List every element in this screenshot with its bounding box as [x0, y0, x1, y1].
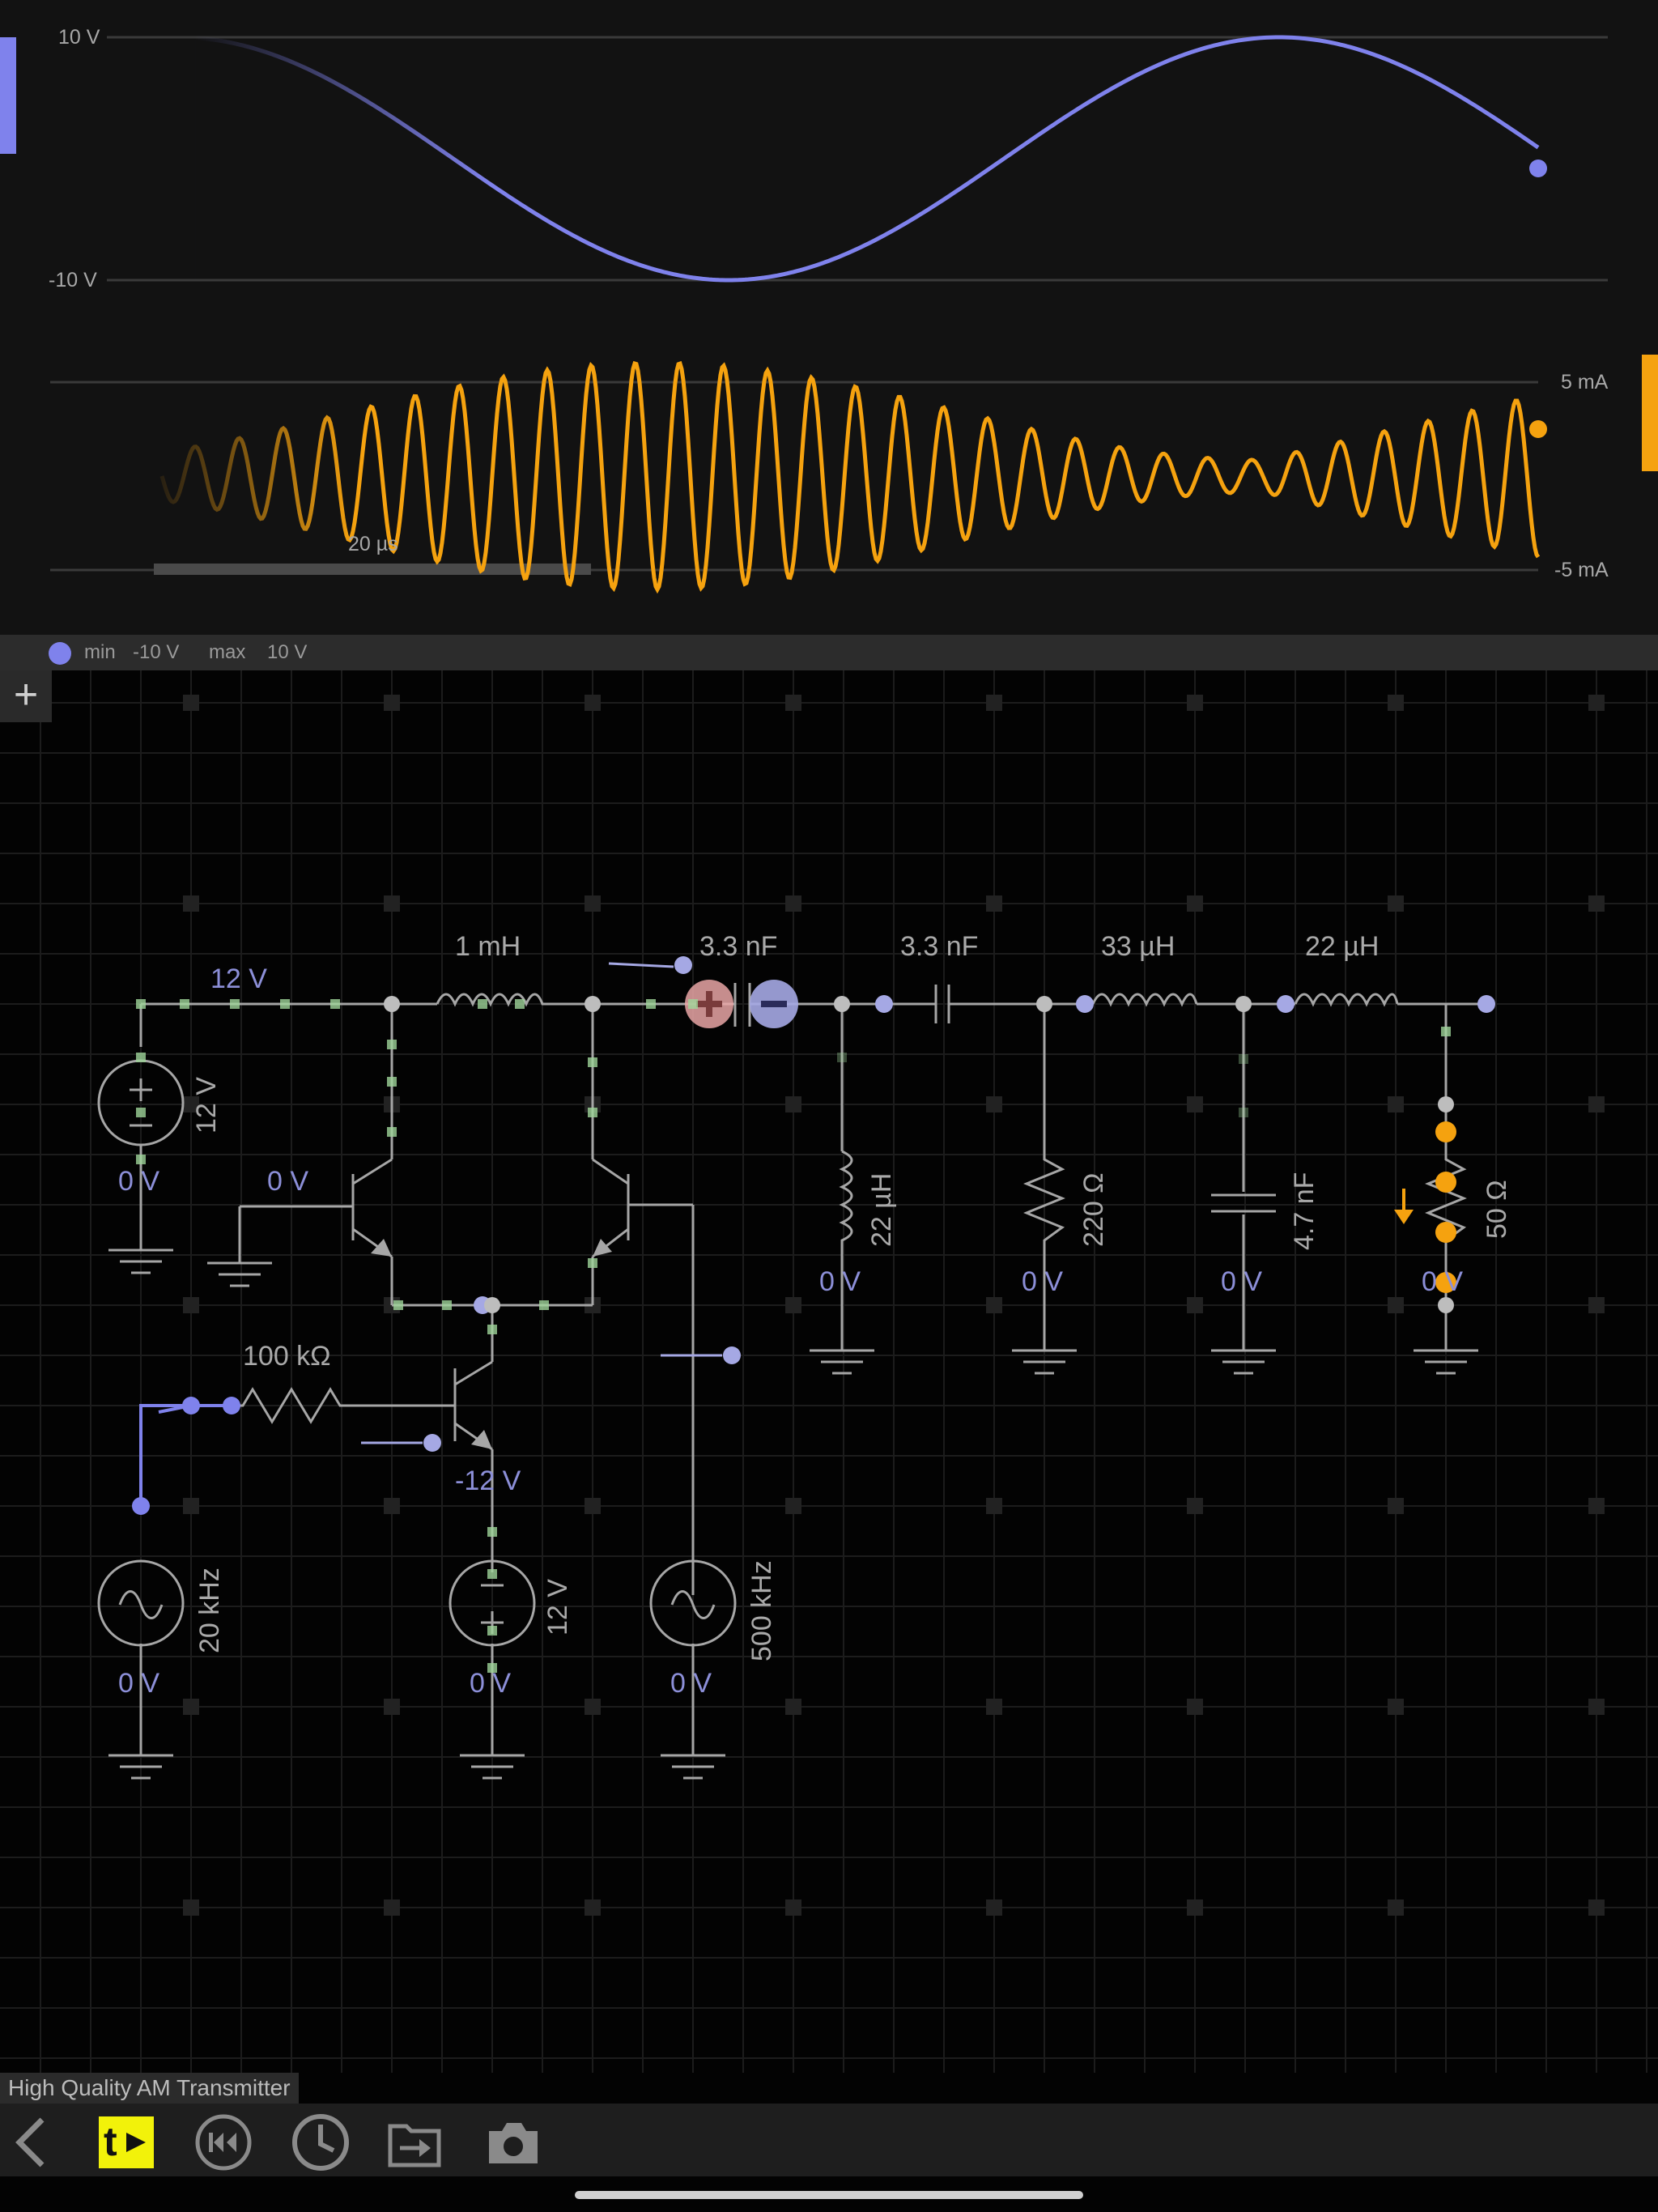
label-cap-3-3nf: 3.3 nF	[900, 931, 978, 962]
voltage-min-label: -10 V	[49, 269, 97, 291]
label-4-7nf: 4.7 nF	[1289, 1172, 1320, 1250]
label-dc-source-bottom: 12 V	[542, 1579, 573, 1636]
voltage-max-label: 10 V	[58, 26, 100, 49]
add-component-button[interactable]: +	[0, 670, 52, 722]
label-neg-12v: -12 V	[455, 1465, 521, 1496]
label-0v-500khz: 0 V	[670, 1668, 712, 1699]
voltage-trace	[192, 35, 1540, 283]
timebase-bar	[154, 564, 591, 575]
label-dc-source-left: 12 V	[191, 1077, 222, 1134]
label-supply-12v: 12 V	[210, 963, 267, 994]
label-1mh: 1 mH	[455, 931, 521, 962]
inductor-1mh	[436, 993, 551, 1007]
current-trace-cursor	[1529, 420, 1547, 438]
label-cap-electrolytic: 3.3 nF	[699, 931, 777, 962]
label-22uh-series: 22 µH	[1305, 931, 1379, 962]
label-220-ohm: 220 Ω	[1078, 1172, 1109, 1247]
component-labels: 12 V 1 mH 3.3 nF 3.3 nF 33 µH 22 µH 22 µ…	[118, 931, 1512, 1699]
clock-icon[interactable]	[291, 2113, 350, 2172]
label-0v-left: 0 V	[118, 1166, 159, 1197]
label-0v-l-shunt: 0 V	[819, 1266, 861, 1297]
circuit-canvas[interactable]: 12 V 1 mH 3.3 nF 3.3 nF 33 µH 22 µH 22 µ…	[0, 670, 1658, 2073]
home-indicator[interactable]	[575, 2191, 1083, 2199]
probe-max-label: max	[209, 641, 246, 663]
label-20khz: 20 kHz	[194, 1568, 225, 1653]
canvas-grid	[0, 670, 1658, 2073]
probe-info-bar: min -10 V max 10 V	[0, 635, 1658, 670]
probe-min-value: -10 V	[133, 641, 180, 663]
label-0v-20khz: 0 V	[118, 1668, 159, 1699]
svg-text:t: t	[104, 2119, 117, 2164]
label-500khz: 500 kHz	[746, 1560, 777, 1661]
export-icon[interactable]	[385, 2113, 444, 2172]
bottom-toolbar: t	[0, 2104, 1658, 2176]
probe-min-label: min	[84, 641, 116, 663]
label-0v-load: 0 V	[1422, 1266, 1463, 1297]
circuit-wires	[139, 1002, 1486, 1755]
label-0v-c-shunt: 0 V	[1221, 1266, 1262, 1297]
timebase-label: 20 µs	[348, 533, 398, 555]
voltage-trace-cursor	[1529, 160, 1547, 177]
label-100k: 100 kΩ	[243, 1341, 331, 1372]
label-base-0v: 0 V	[267, 1166, 308, 1197]
rewind-icon[interactable]	[194, 2113, 253, 2172]
voltage-scale-handle	[0, 37, 16, 154]
oscilloscope-panel[interactable]: 10 V -10 V 5 mA -5 mA 20 µs	[0, 0, 1658, 635]
simulation-mode-icon[interactable]: t	[97, 2113, 155, 2172]
label-0v-dc-bottom: 0 V	[470, 1668, 511, 1699]
label-22uh-shunt: 22 µH	[866, 1173, 897, 1247]
back-icon[interactable]	[3, 2113, 62, 2172]
oscilloscope-traces	[0, 35, 1658, 594]
camera-icon[interactable]	[484, 2113, 542, 2172]
probe-color-dot	[49, 642, 71, 665]
probe-max-value: 10 V	[267, 641, 308, 663]
label-33uh: 33 µH	[1101, 931, 1175, 962]
current-max-label: 5 mA	[1561, 371, 1609, 393]
current-min-label: -5 mA	[1554, 559, 1609, 581]
label-0v-r-shunt: 0 V	[1022, 1266, 1063, 1297]
components	[97, 983, 1467, 1647]
document-title[interactable]: High Quality AM Transmitter	[0, 2073, 299, 2104]
label-50-ohm: 50 Ω	[1482, 1180, 1512, 1239]
current-scale-handle	[1642, 355, 1658, 471]
